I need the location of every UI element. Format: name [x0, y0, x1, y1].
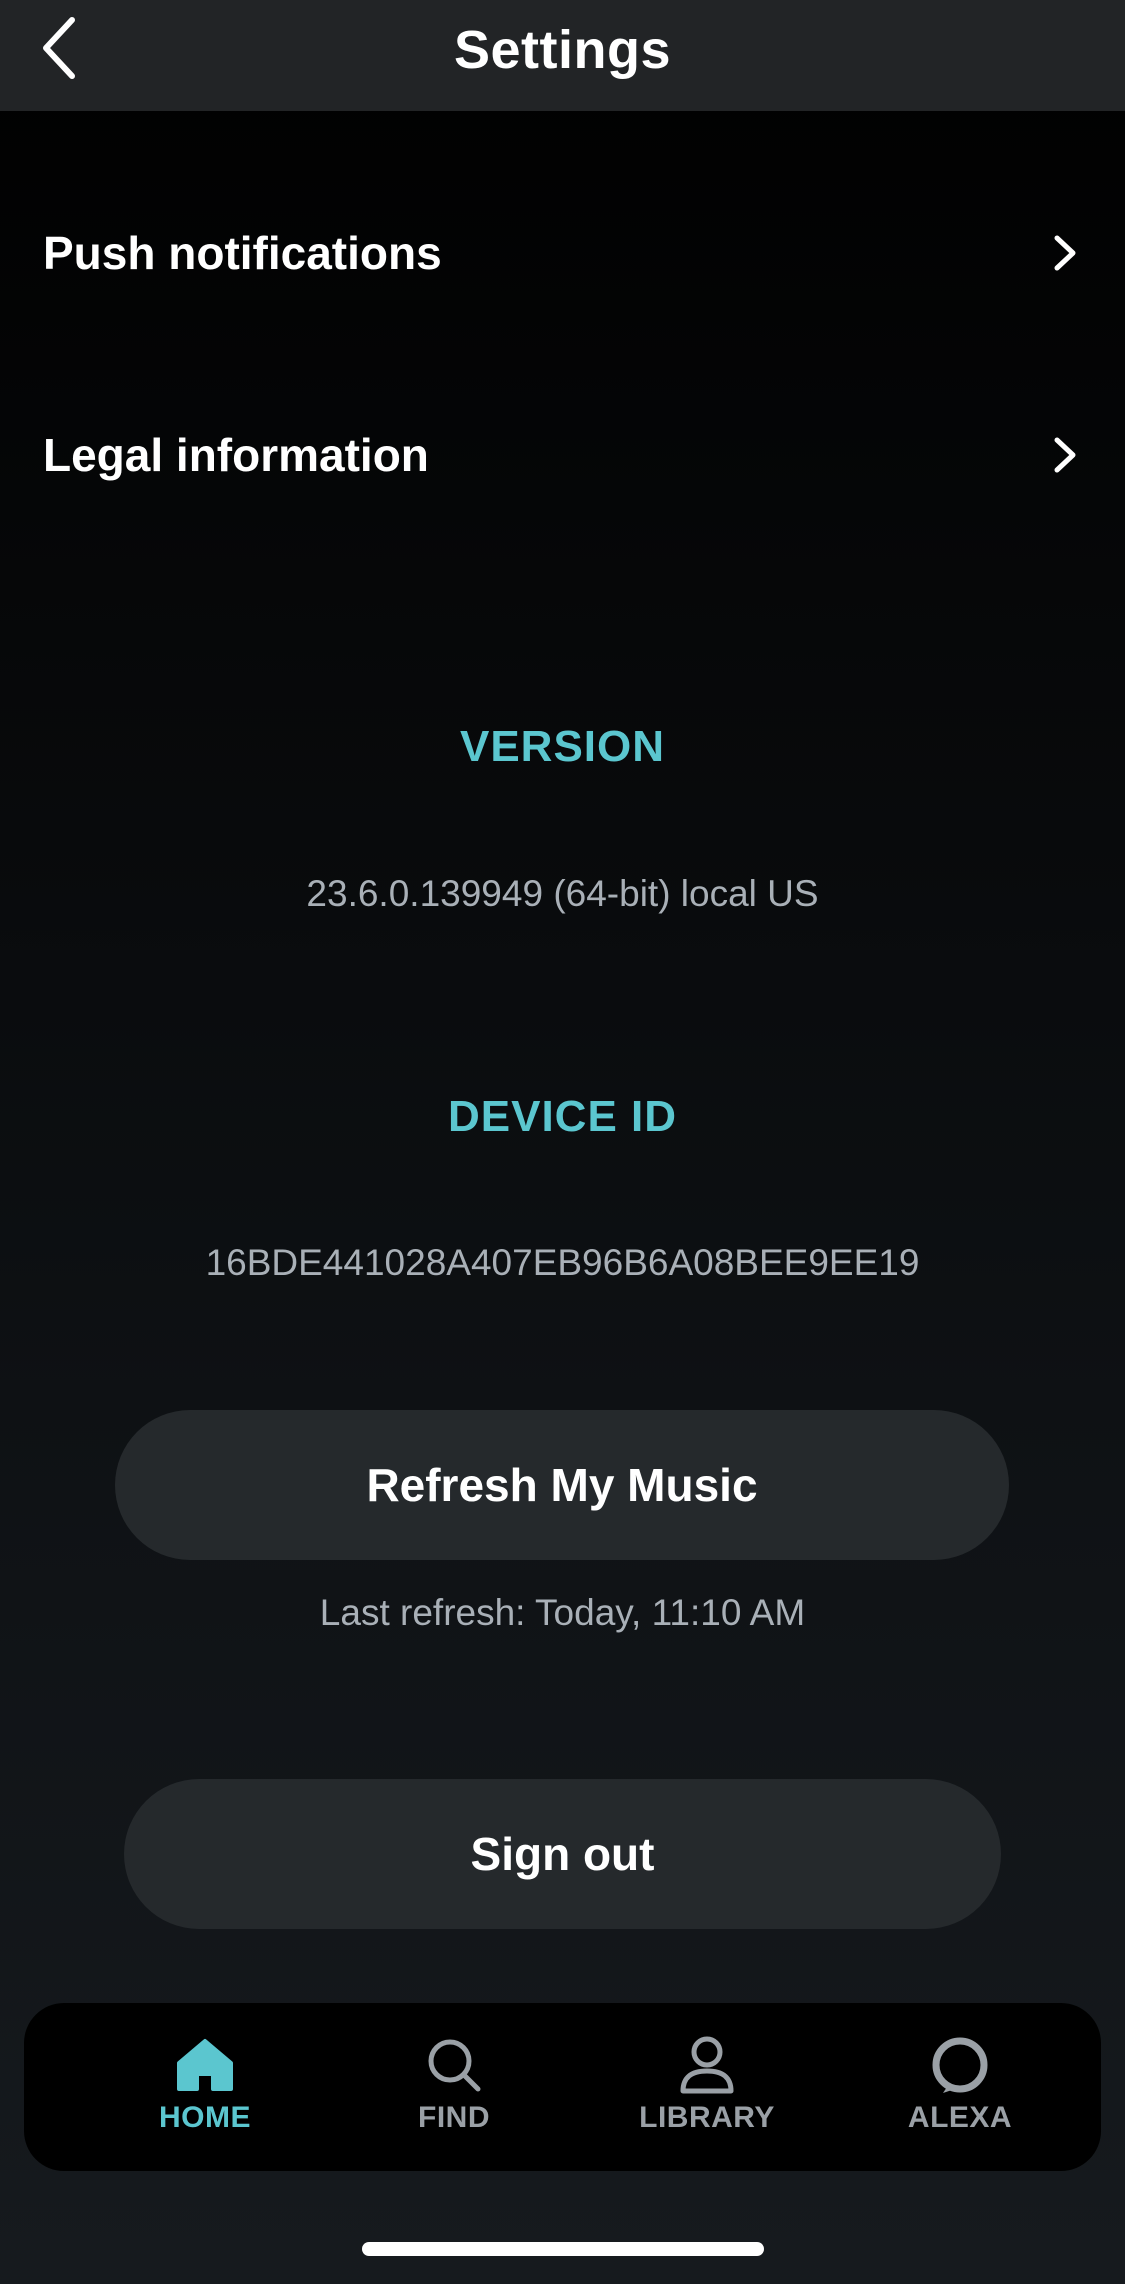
sign-out-button[interactable]: Sign out: [124, 1779, 1001, 1929]
tab-library-label: LIBRARY: [639, 2101, 775, 2134]
search-icon: [424, 2035, 484, 2095]
tab-home-label: HOME: [159, 2101, 251, 2134]
home-indicator[interactable]: [362, 2242, 764, 2256]
device-id-title: DEVICE ID: [447, 1092, 678, 1141]
device-id-value: 16BDE441028A407EB96B6A08BEE9EE19: [205, 1242, 920, 1283]
push-notifications-row[interactable]: Push notifications: [0, 188, 1125, 318]
alexa-ring-icon: [930, 2035, 990, 2095]
bottom-tab-bar: HOME FIND LIBRARY ALEXA: [24, 2003, 1101, 2171]
refresh-my-music-button[interactable]: Refresh My Music: [115, 1410, 1009, 1560]
home-icon: [175, 2035, 235, 2095]
tab-home[interactable]: HOME: [105, 2003, 305, 2171]
version-value: 23.6.0.139949 (64-bit) local US: [306, 873, 819, 914]
push-notifications-label: Push notifications: [43, 227, 442, 279]
person-icon: [677, 2035, 737, 2095]
chevron-right-icon: [1045, 435, 1085, 475]
version-title: VERSION: [459, 722, 666, 771]
chevron-right-icon: [1045, 233, 1085, 273]
legal-information-row[interactable]: Legal information: [0, 390, 1125, 520]
tab-alexa[interactable]: ALEXA: [860, 2003, 1060, 2171]
tab-find[interactable]: FIND: [354, 2003, 554, 2171]
top-bar: Settings: [0, 0, 1125, 111]
last-refresh-caption: Last refresh: Today, 11:10 AM: [319, 1592, 806, 1633]
tab-alexa-label: ALEXA: [907, 2101, 1013, 2134]
page-title: Settings: [453, 20, 672, 80]
tab-find-label: FIND: [418, 2101, 490, 2134]
tab-library[interactable]: LIBRARY: [607, 2003, 807, 2171]
legal-information-label: Legal information: [43, 429, 429, 481]
